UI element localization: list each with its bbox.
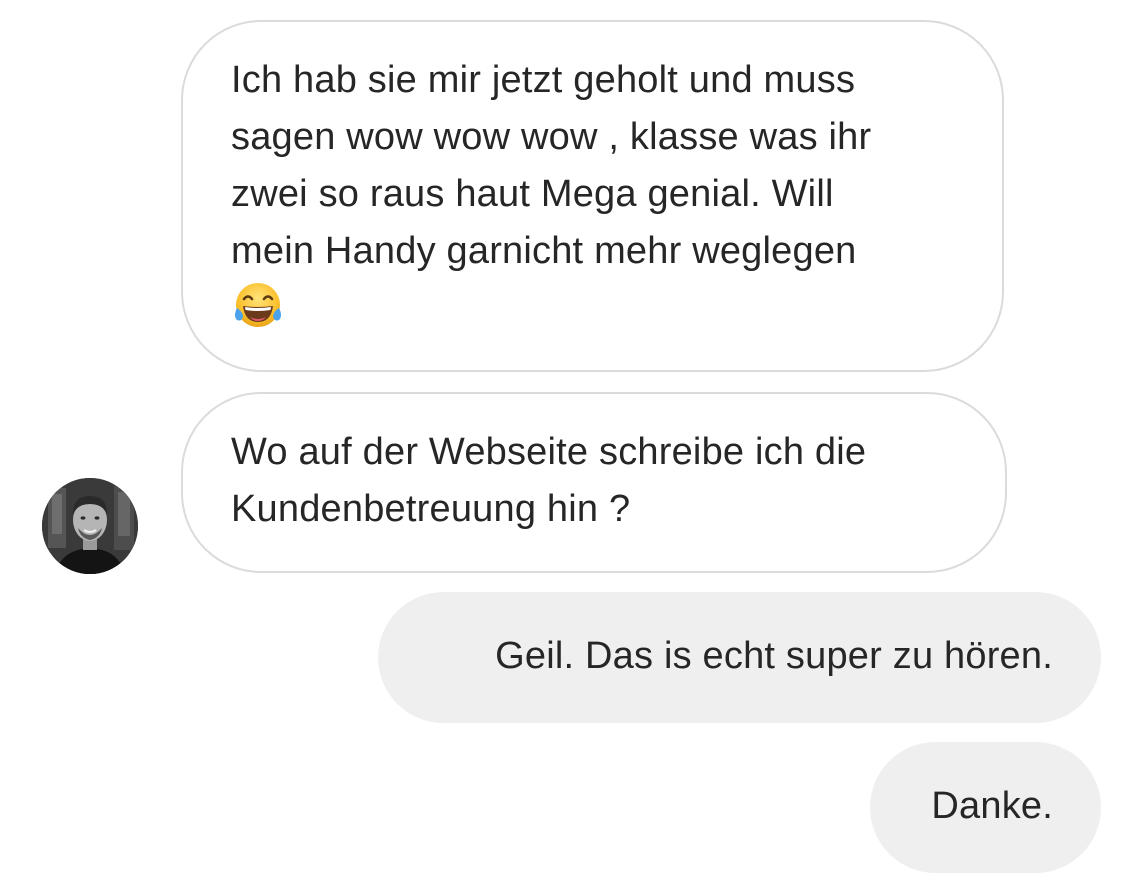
message-text-line: Ich hab sie mir jetzt geholt und muss — [231, 59, 856, 101]
outgoing-message-bubble[interactable]: Geil. Das is echt super zu hören. — [378, 592, 1101, 723]
message-text: Danke. — [931, 785, 1053, 827]
incoming-message-bubble[interactable]: Ich hab sie mir jetzt geholt und muss sa… — [181, 20, 1004, 372]
message-text: Geil. Das is echt super zu hören. — [495, 635, 1053, 677]
incoming-message-bubble[interactable]: Wo auf der Webseite schreibe ich die Kun… — [181, 392, 1007, 573]
message-text-line: sagen wow wow wow , klasse was ihr — [231, 116, 872, 158]
face-with-tears-of-joy-emoji-icon — [235, 283, 281, 327]
sender-avatar[interactable] — [42, 478, 138, 574]
message-text-line: Wo auf der Webseite schreibe ich die — [231, 431, 867, 473]
message-text-line: mein Handy garnicht mehr weglegen — [231, 230, 857, 272]
profile-photo-icon — [42, 478, 138, 574]
message-text-line: zwei so raus haut Mega genial. Will — [231, 173, 834, 215]
message-thread: Ich hab sie mir jetzt geholt und muss sa… — [0, 0, 1125, 881]
message-text-line: Kundenbetreuung hin ? — [231, 488, 631, 530]
outgoing-message-bubble[interactable]: Danke. — [870, 742, 1101, 873]
